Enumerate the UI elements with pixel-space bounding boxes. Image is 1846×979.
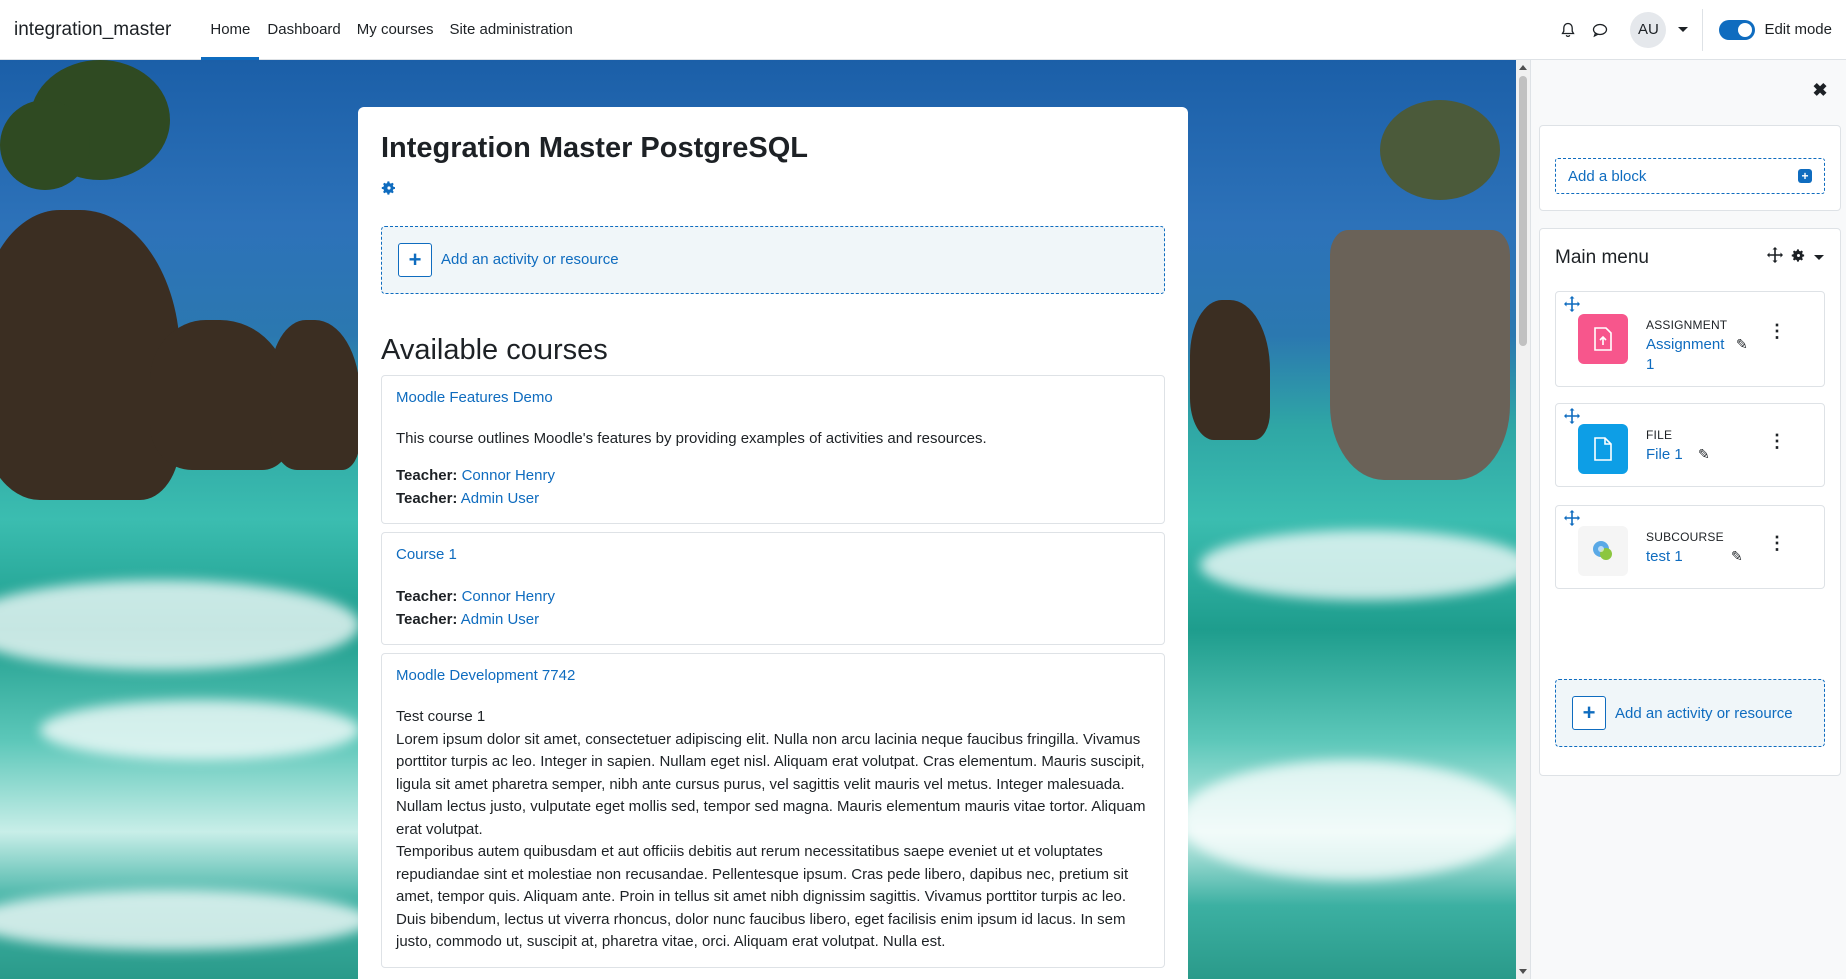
course-link[interactable]: Moodle Features Demo xyxy=(396,389,553,406)
summary-paragraph: Lorem ipsum dolor sit amet, consectetuer… xyxy=(396,730,1146,838)
activity-type: SUBCOURSE xyxy=(1646,530,1724,544)
course-link[interactable]: Moodle Development 7742 xyxy=(396,667,575,684)
settings-gear-icon[interactable] xyxy=(381,180,397,196)
drag-move-icon[interactable] xyxy=(1564,296,1580,317)
edit-pencil-icon[interactable]: ✎ xyxy=(1731,548,1743,565)
site-brand[interactable]: integration_master xyxy=(14,19,171,41)
available-courses-heading: Available courses xyxy=(381,333,608,366)
block-controls xyxy=(1767,247,1824,267)
activity-link[interactable]: Assignment xyxy=(1646,334,1724,356)
activity-type: ASSIGNMENT xyxy=(1646,318,1728,332)
course-summary: Test course 1 Lorem ipsum dolor sit amet… xyxy=(396,706,1150,954)
scrollbar-thumb[interactable] xyxy=(1519,76,1527,346)
notifications-bell-icon[interactable] xyxy=(1552,14,1584,46)
teacher-link[interactable]: Connor Henry xyxy=(462,467,555,484)
kebab-menu-icon[interactable]: ⋮ xyxy=(1768,322,1786,340)
edit-mode-toggle[interactable] xyxy=(1719,19,1756,40)
course-card: Moodle Development 7742 Test course 1 Lo… xyxy=(381,653,1165,968)
user-menu-caret-icon[interactable] xyxy=(1678,27,1689,32)
assignment-icon xyxy=(1578,314,1628,364)
course-summary: This course outlines Moodle's features b… xyxy=(396,429,987,447)
primary-navigation: Home Dashboard My courses Site administr… xyxy=(201,0,581,60)
plus-square-icon: + xyxy=(1798,169,1812,183)
activity-type: FILE xyxy=(1646,428,1673,442)
teacher-link[interactable]: Admin User xyxy=(461,490,539,507)
teacher-label: Teacher: xyxy=(396,467,458,485)
course-teachers: Teacher: Connor Henry Teacher: Admin Use… xyxy=(396,585,1150,631)
messages-bubble-icon[interactable] xyxy=(1584,14,1616,46)
teacher-link[interactable]: Connor Henry xyxy=(462,588,555,605)
course-card: Moodle Features Demo This course outline… xyxy=(381,374,1165,525)
course-teachers: Teacher: Connor Henry Teacher: Admin Use… xyxy=(396,464,1150,510)
activity-item: FILE File 1 ✎ ⋮ xyxy=(1555,403,1825,487)
add-activity-label: Add an activity or resource xyxy=(441,251,619,269)
drag-move-icon[interactable] xyxy=(1564,510,1580,531)
scroll-up-arrow-icon[interactable] xyxy=(1519,65,1527,70)
summary-paragraph: Temporibus autem quibusdam et aut offici… xyxy=(396,843,1129,951)
activity-link-line2[interactable]: 1 xyxy=(1646,354,1654,376)
edit-mode-label: Edit mode xyxy=(1764,21,1832,38)
plus-icon: + xyxy=(398,242,432,277)
main-scrollbar[interactable] xyxy=(1516,60,1530,979)
add-activity-or-resource-button[interactable]: + Add an activity or resource xyxy=(381,225,1165,294)
edit-pencil-icon[interactable]: ✎ xyxy=(1736,336,1748,353)
add-block-region: Add a block + xyxy=(1539,125,1841,211)
course-link[interactable]: Course 1 xyxy=(396,546,457,563)
kebab-menu-icon[interactable]: ⋮ xyxy=(1768,432,1786,450)
page-title: Integration Master PostgreSQL xyxy=(381,132,809,164)
teacher-label: Teacher: xyxy=(396,588,458,606)
main-menu-block: Main menu ASSIGNMENT Assignment 1 ✎ ⋮ FI… xyxy=(1539,228,1841,776)
summary-heading: Test course 1 xyxy=(396,708,486,726)
block-title: Main menu xyxy=(1555,247,1649,268)
teacher-link[interactable]: Admin User xyxy=(461,611,539,628)
course-card: Course 1 Teacher: Connor Henry Teacher: … xyxy=(381,532,1165,646)
activity-link[interactable]: File 1 xyxy=(1646,444,1683,466)
block-menu-caret-icon[interactable] xyxy=(1814,254,1824,260)
nav-dashboard[interactable]: Dashboard xyxy=(259,0,348,60)
add-block-button[interactable]: Add a block + xyxy=(1555,158,1825,194)
file-icon xyxy=(1578,424,1628,474)
nav-home[interactable]: Home xyxy=(201,0,260,60)
close-drawer-icon[interactable]: ✖ xyxy=(1810,80,1830,100)
activity-item: ASSIGNMENT Assignment 1 ✎ ⋮ xyxy=(1555,291,1825,387)
block-drawer: ✖ Add a block + Main menu ASSIGNMENT Ass… xyxy=(1530,60,1846,979)
user-avatar[interactable]: AU xyxy=(1630,11,1667,48)
add-block-label: Add a block xyxy=(1568,167,1647,185)
activity-item: SUBCOURSE test 1 ✎ ⋮ xyxy=(1555,505,1825,589)
top-navbar: integration_master Home Dashboard My cou… xyxy=(0,0,1846,60)
block-settings-gear-icon[interactable] xyxy=(1791,248,1806,267)
navbar-divider xyxy=(1702,8,1704,51)
scroll-down-arrow-icon[interactable] xyxy=(1519,969,1527,974)
nav-site-administration[interactable]: Site administration xyxy=(441,0,580,60)
nav-my-courses[interactable]: My courses xyxy=(349,0,442,60)
main-content-card: Integration Master PostgreSQL + Add an a… xyxy=(358,107,1188,979)
teacher-label: Teacher: xyxy=(396,490,458,508)
subcourse-icon xyxy=(1578,526,1628,576)
navbar-right: AU Edit mode xyxy=(1552,0,1846,60)
plus-icon: + xyxy=(1572,696,1606,730)
add-activity-or-resource-button[interactable]: + Add an activity or resource xyxy=(1555,679,1825,747)
drag-move-icon[interactable] xyxy=(1564,408,1580,429)
add-activity-label: Add an activity or resource xyxy=(1615,704,1793,722)
teacher-label: Teacher: xyxy=(396,611,458,629)
edit-pencil-icon[interactable]: ✎ xyxy=(1698,446,1710,463)
kebab-menu-icon[interactable]: ⋮ xyxy=(1768,534,1786,552)
move-icon[interactable] xyxy=(1767,247,1783,267)
activity-link[interactable]: test 1 xyxy=(1646,546,1683,568)
